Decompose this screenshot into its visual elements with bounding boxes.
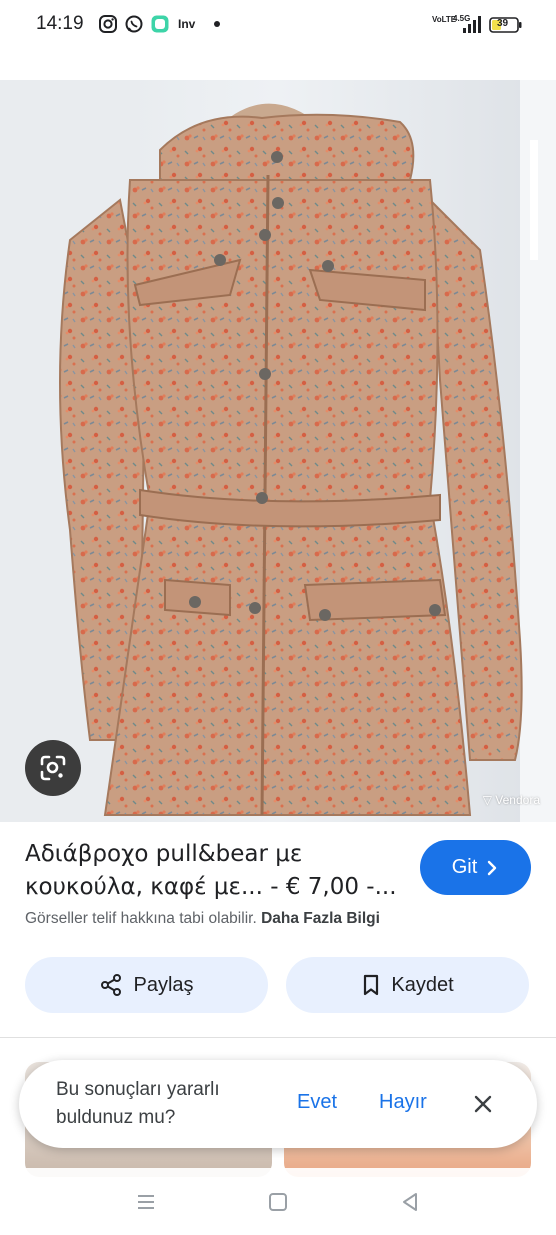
feedback-card: Bu sonuçları yararlı buldunuz mu? Evet H…	[19, 1060, 537, 1148]
watermark-text: Vendora	[495, 793, 540, 807]
share-icon	[101, 974, 122, 996]
status-bar: 14:19 Inv VoLTE 4.5G 39	[0, 0, 556, 50]
copyright-text: Görseller telif hakkına tabi olabilir.	[25, 910, 257, 927]
section-divider	[0, 1037, 556, 1038]
visit-button[interactable]: Git	[420, 840, 531, 895]
recent-apps-icon[interactable]	[134, 1190, 158, 1214]
result-image[interactable]: ▽ Vendora	[0, 80, 556, 822]
bookmark-icon	[364, 974, 379, 996]
result-title-line-1: Αδιάβροχο pull&bear με	[25, 841, 303, 867]
save-label: Kaydet	[391, 973, 454, 996]
volte-icon: VoLTE	[432, 15, 457, 24]
chevron-right-icon	[488, 860, 497, 875]
inv-icon: Inv	[178, 17, 196, 31]
home-icon[interactable]	[266, 1190, 290, 1214]
feedback-question: Bu sonuçları yararlı buldunuz mu?	[56, 1079, 220, 1128]
more-info-link[interactable]: Daha Fazla Bilgi	[261, 910, 380, 927]
raincoat-photo	[0, 80, 556, 822]
source-watermark: ▽ Vendora	[482, 793, 540, 807]
feedback-no-button[interactable]: Hayır	[379, 1091, 427, 1114]
visit-button-label: Git	[451, 856, 478, 878]
share-label: Paylaş	[133, 973, 194, 996]
lens-search-button[interactable]	[25, 740, 81, 796]
copyright-notice: Görseller telif hakkına tabi olabilir. D…	[25, 910, 380, 928]
save-button[interactable]: Kaydet	[286, 957, 529, 1013]
result-title-line-2: κουκούλα, καφέ με... - € 7,00 -...	[25, 874, 397, 900]
whatsapp-icon	[125, 15, 143, 33]
lens-search-icon	[40, 755, 66, 781]
feedback-yes-button[interactable]: Evet	[297, 1091, 337, 1114]
signal-icon	[463, 16, 481, 33]
instagram-icon	[99, 15, 117, 33]
notification-dot	[214, 21, 220, 27]
chat-icon	[151, 15, 169, 33]
close-icon[interactable]	[471, 1092, 495, 1116]
system-nav-bar	[0, 1168, 556, 1235]
result-title[interactable]: Αδιάβροχο pull&bear με κουκούλα, καφέ με…	[25, 838, 405, 904]
back-icon[interactable]	[398, 1190, 422, 1214]
battery-level: 39	[497, 18, 509, 29]
share-button[interactable]: Paylaş	[25, 957, 268, 1013]
status-time: 14:19	[36, 13, 84, 34]
